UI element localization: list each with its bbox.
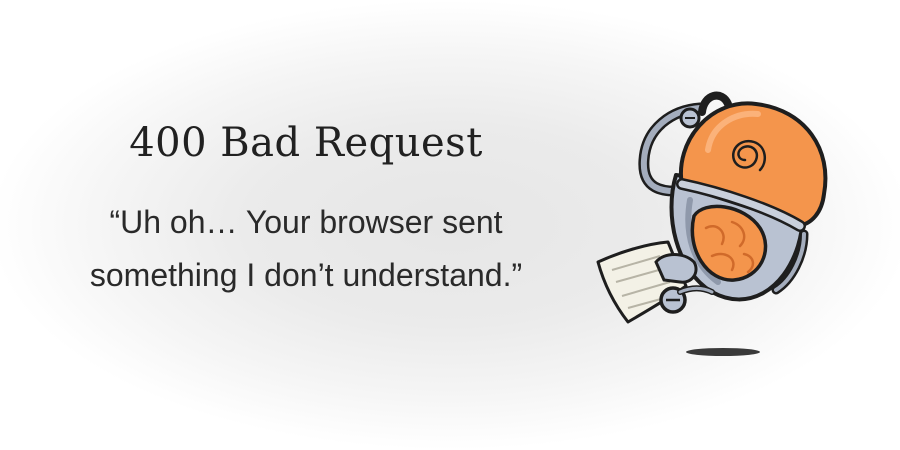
page-title: 400 Bad Request: [129, 120, 483, 166]
error-page: 400 Bad Request “Uh oh… Your browser sen…: [0, 0, 900, 450]
error-message-line-1: “Uh oh… Your browser sent: [109, 204, 503, 240]
robot-shadow: [686, 348, 760, 356]
error-message: “Uh oh… Your browser sent something I do…: [0, 196, 612, 302]
error-message-line-2: something I don’t understand.”: [89, 257, 523, 293]
robot-mascot-icon: [596, 91, 828, 356]
